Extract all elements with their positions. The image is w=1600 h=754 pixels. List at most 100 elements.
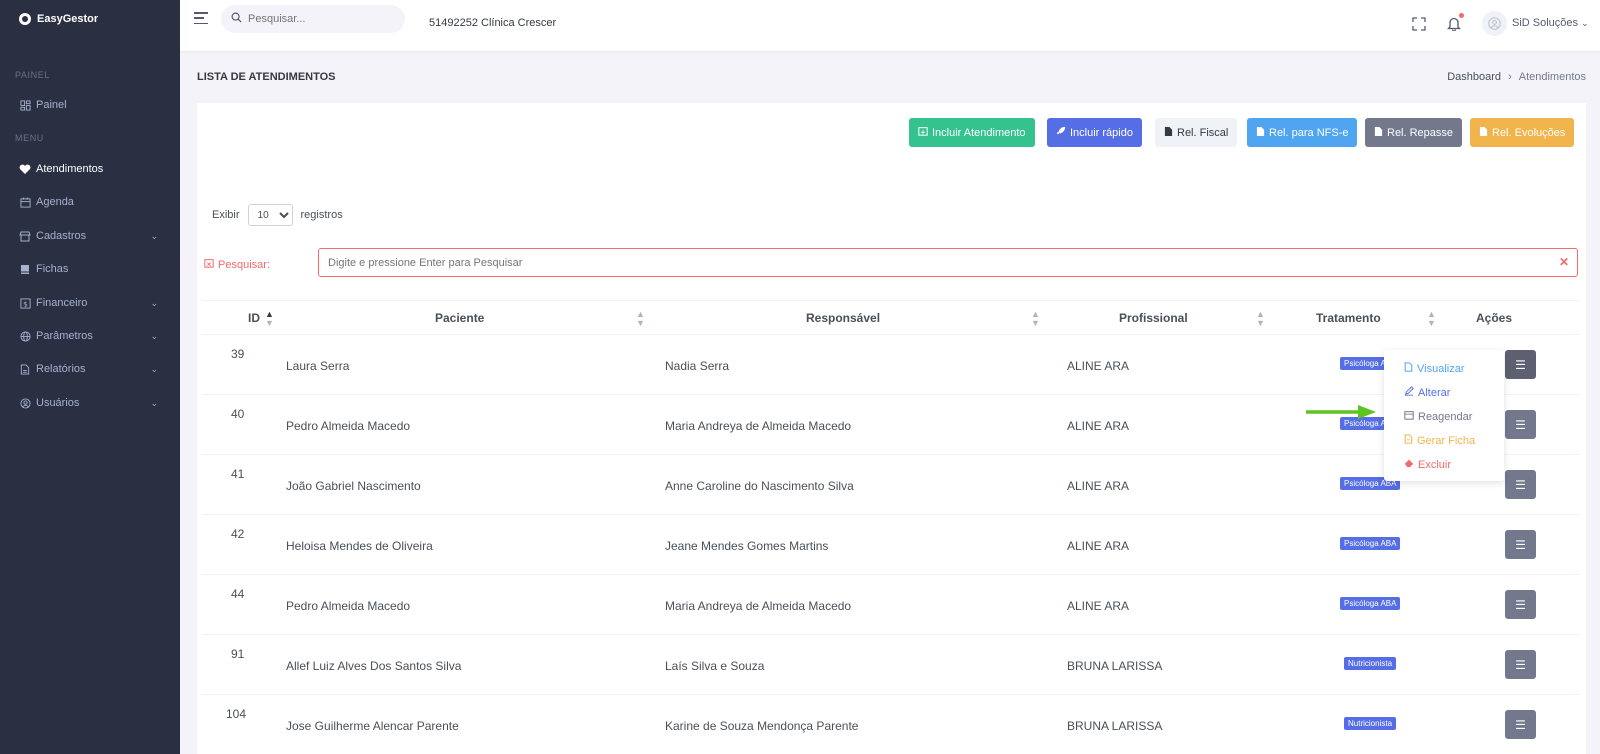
cell-responsavel: Karine de Souza Mendonça Parente bbox=[665, 719, 859, 733]
sidebar-item-label: Atendimentos bbox=[36, 163, 104, 175]
menu-toggle-icon[interactable] bbox=[194, 12, 208, 24]
menu-item-excluir[interactable]: Excluir bbox=[1404, 458, 1451, 471]
cell-responsavel: Anne Caroline do Nascimento Silva bbox=[665, 479, 854, 493]
sort-icon[interactable]: ▲ ▼ bbox=[1031, 310, 1040, 328]
calendar-icon bbox=[19, 196, 31, 208]
page-size-select[interactable]: 10 bbox=[247, 204, 293, 226]
sort-icon[interactable]: ▲ ▼ bbox=[1427, 310, 1436, 328]
column-header-responsavel[interactable]: Responsável bbox=[806, 311, 880, 325]
chevron-down-icon: ⌄ bbox=[1581, 18, 1589, 28]
dashboard-icon bbox=[19, 99, 31, 111]
bell-icon[interactable] bbox=[1446, 16, 1462, 34]
cell-responsavel: Maria Andreya de Almeida Macedo bbox=[665, 599, 852, 613]
table-row: 41 João Gabriel Nascimento Anne Caroline… bbox=[202, 455, 1580, 515]
rocket-icon bbox=[1056, 126, 1066, 139]
breadcrumb-separator: › bbox=[1508, 71, 1512, 83]
menu-item-reagendar[interactable]: Reagendar bbox=[1404, 410, 1472, 423]
menu-item-gerar-ficha[interactable]: Gerar Ficha bbox=[1404, 434, 1475, 447]
sidebar-item-agenda[interactable]: Agenda bbox=[0, 192, 180, 212]
menu-item-visualizar[interactable]: Visualizar bbox=[1404, 362, 1465, 375]
sidebar-item-cadastros[interactable]: Cadastros ⌄ bbox=[0, 226, 180, 246]
search-input[interactable] bbox=[248, 13, 388, 25]
table-search-input[interactable] bbox=[328, 256, 1528, 269]
sidebar-item-label: Financeiro bbox=[36, 297, 88, 309]
brand[interactable]: EasyGestor bbox=[0, 0, 180, 38]
records-label: registros bbox=[300, 209, 343, 221]
user-menu[interactable]: SiD Soluções ⌄ bbox=[1512, 17, 1589, 29]
sort-asc-icon[interactable]: ▲ ▼ bbox=[265, 310, 274, 328]
row-actions-button[interactable]: ☰ bbox=[1505, 350, 1536, 379]
column-header-profissional[interactable]: Profissional bbox=[1119, 311, 1188, 325]
rel-evolucoes-button[interactable]: Rel. Evoluções bbox=[1470, 118, 1575, 147]
cell-id: 41 bbox=[231, 467, 245, 481]
fullscreen-icon[interactable] bbox=[1412, 17, 1426, 34]
sidebar-item-fichas[interactable]: Fichas bbox=[0, 259, 180, 279]
incluir-rapido-button[interactable]: Incluir rápido bbox=[1047, 118, 1142, 147]
table-row: 42 Heloisa Mendes de Oliveira Jeane Mend… bbox=[202, 515, 1580, 575]
pencil-icon bbox=[1404, 386, 1414, 399]
cell-id: 91 bbox=[231, 647, 245, 661]
cell-profissional: BRUNA LARISSA bbox=[1067, 719, 1163, 733]
user-circle-icon bbox=[19, 397, 31, 409]
button-label: Rel. para NFS-e bbox=[1269, 126, 1349, 139]
incluir-atendimento-button[interactable]: Incluir Atendimento bbox=[909, 118, 1035, 147]
page-size-control: Exibir 10 registros bbox=[212, 204, 343, 226]
sidebar-item-label: Painel bbox=[36, 99, 67, 111]
menu-item-label: Visualizar bbox=[1417, 362, 1465, 375]
calendar-icon bbox=[1404, 410, 1414, 423]
row-actions-button[interactable]: ☰ bbox=[1505, 470, 1536, 499]
column-header-tratamento[interactable]: Tratamento bbox=[1316, 311, 1381, 325]
atendimentos-card: Incluir Atendimento Incluir rápido Rel. … bbox=[197, 103, 1586, 754]
table-search[interactable]: ✕ bbox=[318, 248, 1578, 277]
sidebar-item-painel[interactable]: Painel bbox=[0, 95, 180, 115]
company-name: 51492252 Clínica Crescer bbox=[429, 17, 557, 29]
sidebar-item-relatorios[interactable]: Relatórios ⌄ bbox=[0, 359, 180, 379]
cell-paciente: Laura Serra bbox=[286, 359, 350, 373]
menu-item-alterar[interactable]: Alterar bbox=[1404, 386, 1450, 399]
sidebar-item-label: Relatórios bbox=[36, 363, 86, 375]
row-actions-button[interactable]: ☰ bbox=[1505, 410, 1536, 439]
search-label-text: Pesquisar: bbox=[218, 258, 270, 271]
cell-responsavel: Nadia Serra bbox=[665, 359, 730, 373]
chevron-down-icon: ⌄ bbox=[150, 397, 158, 408]
treatment-badge: Nutricionista bbox=[1344, 657, 1397, 670]
rel-fiscal-button[interactable]: Rel. Fiscal bbox=[1155, 118, 1238, 147]
sidebar-item-usuarios[interactable]: Usuários ⌄ bbox=[0, 393, 180, 413]
sort-icon[interactable]: ▲ ▼ bbox=[1256, 310, 1265, 328]
cell-profissional: BRUNA LARISSA bbox=[1067, 659, 1163, 673]
breadcrumb-current: Atendimentos bbox=[1518, 71, 1586, 83]
menu-item-label: Gerar Ficha bbox=[1417, 434, 1476, 447]
table-row: 39 Laura Serra Nadia Serra ALINE ARA Psi… bbox=[202, 335, 1580, 395]
avatar[interactable] bbox=[1482, 11, 1507, 36]
global-search[interactable] bbox=[221, 5, 405, 33]
breadcrumb-dashboard[interactable]: Dashboard bbox=[1447, 71, 1501, 83]
book-icon bbox=[19, 263, 31, 275]
row-actions-button[interactable]: ☰ bbox=[1505, 710, 1536, 739]
row-actions-button[interactable]: ☰ bbox=[1505, 530, 1536, 559]
cell-paciente: Jose Guilherme Alencar Parente bbox=[286, 719, 459, 733]
cell-responsavel: Laís Silva e Souza bbox=[665, 659, 765, 673]
sidebar-item-atendimentos[interactable]: Atendimentos bbox=[0, 159, 180, 179]
table-row: 91 Allef Luiz Alves Dos Santos Silva Laí… bbox=[202, 635, 1580, 695]
sidebar: EasyGestor PAINEL Painel MENU Atendiment… bbox=[0, 0, 180, 754]
rel-nfse-button[interactable]: Rel. para NFS-e bbox=[1247, 118, 1358, 147]
row-actions-button[interactable]: ☰ bbox=[1505, 650, 1536, 679]
file-icon bbox=[1374, 126, 1383, 140]
column-header-id[interactable]: ID bbox=[248, 311, 260, 325]
sort-icon[interactable]: ▲ ▼ bbox=[636, 310, 645, 328]
sidebar-item-financeiro[interactable]: $ Financeiro ⌄ bbox=[0, 293, 180, 313]
column-header-paciente[interactable]: Paciente bbox=[435, 311, 484, 325]
user-name: SiD Soluções bbox=[1512, 17, 1579, 29]
cell-id: 40 bbox=[231, 407, 245, 421]
clear-icon[interactable]: ✕ bbox=[1559, 255, 1569, 269]
globe-icon bbox=[19, 330, 31, 342]
cell-id: 42 bbox=[231, 527, 245, 541]
calendar-plus-icon bbox=[918, 126, 928, 139]
rel-repasse-button[interactable]: Rel. Repasse bbox=[1365, 118, 1463, 147]
cell-profissional: ALINE ARA bbox=[1067, 539, 1130, 553]
button-label: Rel. Fiscal bbox=[1177, 126, 1229, 139]
row-actions-button[interactable]: ☰ bbox=[1505, 590, 1536, 619]
search-icon bbox=[231, 12, 242, 26]
cell-paciente: Pedro Almeida Macedo bbox=[286, 419, 411, 433]
sidebar-item-parametros[interactable]: Parâmetros ⌄ bbox=[0, 326, 180, 346]
